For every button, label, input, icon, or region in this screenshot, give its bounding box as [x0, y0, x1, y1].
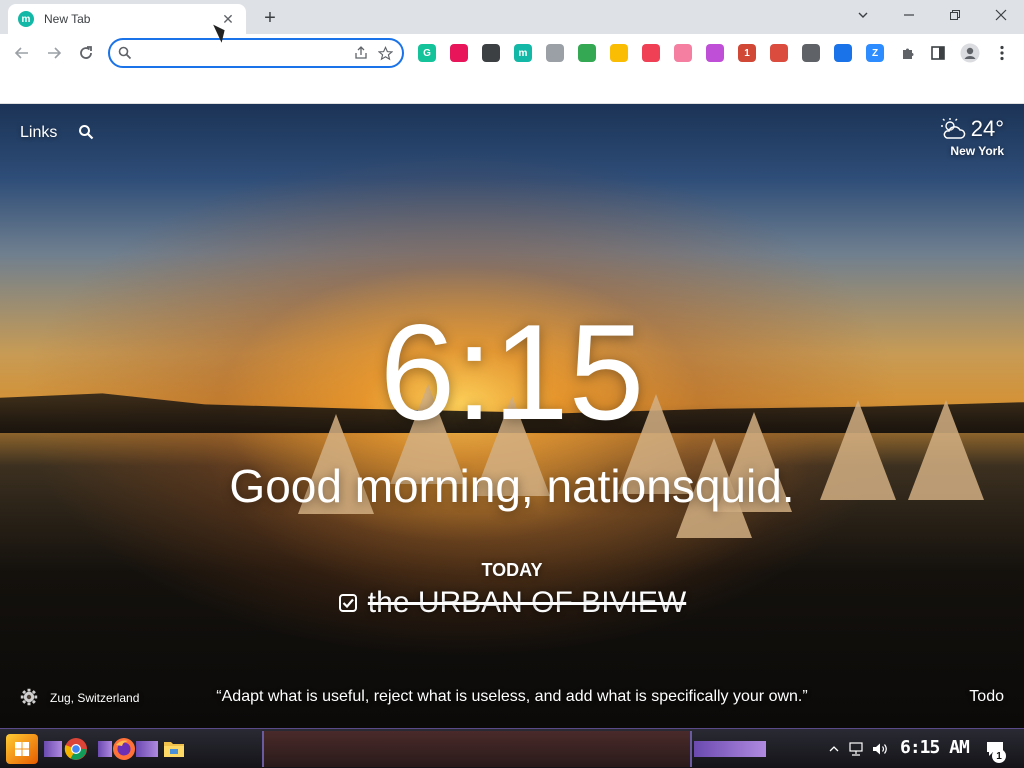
hexagon-icon[interactable] — [482, 44, 500, 62]
taskbar-accent — [136, 741, 158, 757]
close-window-button[interactable] — [978, 0, 1024, 30]
reload-icon — [80, 46, 92, 59]
focus-item: the URBAN OF BIVIEW — [0, 586, 1024, 620]
todo-button[interactable]: Todo — [969, 688, 1004, 706]
browser-toolbar: Gm 1 Z — [0, 34, 1024, 72]
tab-search-chevron-icon[interactable] — [840, 0, 886, 30]
google-drive-icon[interactable] — [610, 44, 628, 62]
clock: 6:15 — [379, 296, 645, 448]
tab-strip: m New Tab ✕ + — [0, 0, 1024, 34]
windows-logo-icon — [15, 742, 29, 756]
forward-button[interactable] — [40, 39, 68, 67]
back-button[interactable] — [8, 39, 36, 67]
bookmark-star-icon[interactable] — [376, 44, 394, 62]
menu-kebab-icon[interactable] — [988, 39, 1016, 67]
badge-icon[interactable]: 1 — [738, 44, 756, 62]
share-icon[interactable] — [352, 44, 370, 62]
extensions-puzzle-icon[interactable] — [894, 39, 922, 67]
taskbar-window-area[interactable] — [262, 731, 692, 767]
file-explorer-icon[interactable] — [160, 735, 188, 763]
network-icon[interactable] — [848, 741, 864, 757]
greeting: Good morning, nationsquid. — [229, 460, 795, 512]
forward-arrow-icon — [48, 47, 62, 59]
feather-icon[interactable] — [450, 44, 468, 62]
weather-temperature: 24° — [970, 116, 1004, 141]
stream-icon[interactable] — [674, 44, 692, 62]
search-icon — [118, 46, 132, 60]
taskbar-clock[interactable]: 6:15 AM — [900, 737, 970, 758]
taskbar-accent — [44, 741, 62, 757]
taskbar: 6:15 AM 1 — [0, 728, 1024, 768]
address-input[interactable] — [138, 45, 346, 61]
notification-count-badge: 1 — [992, 749, 1006, 763]
wave-icon[interactable] — [834, 44, 852, 62]
start-button[interactable] — [6, 734, 38, 764]
firefox-icon[interactable] — [110, 735, 138, 763]
restore-button[interactable] — [932, 0, 978, 30]
checkbox-checked-icon[interactable] — [338, 593, 358, 613]
bookmark-bar — [0, 72, 1024, 104]
evernote-icon[interactable] — [546, 44, 564, 62]
weather-widget[interactable]: 24° New York — [939, 116, 1004, 158]
weather-city: New York — [950, 144, 1004, 158]
today-label: TODAY — [481, 560, 543, 580]
zoom-icon[interactable]: Z — [866, 44, 884, 62]
reload-button[interactable] — [72, 39, 100, 67]
pocket-icon[interactable] — [642, 44, 660, 62]
todoist-icon[interactable] — [770, 44, 788, 62]
links-button[interactable]: Links — [20, 124, 57, 142]
focus-text[interactable]: the URBAN OF BIVIEW — [368, 586, 686, 620]
ublock-icon[interactable] — [802, 44, 820, 62]
side-panel-icon[interactable] — [924, 39, 952, 67]
new-tab-button[interactable]: + — [258, 6, 282, 30]
minimize-button[interactable] — [886, 0, 932, 30]
taskbar-accent — [694, 741, 766, 757]
momentum-icon[interactable]: m — [514, 44, 532, 62]
address-bar[interactable] — [108, 38, 404, 68]
brain-icon[interactable] — [706, 44, 724, 62]
volume-icon[interactable] — [872, 741, 888, 757]
grammarly-icon[interactable]: G — [418, 44, 436, 62]
chrome-icon[interactable] — [62, 735, 90, 763]
tab-title: New Tab — [44, 12, 91, 26]
quote: “Adapt what is useful, reject what is us… — [216, 688, 808, 705]
tab-new-tab[interactable]: m New Tab ✕ — [8, 4, 246, 34]
printer-icon[interactable] — [578, 44, 596, 62]
chevron-up-icon[interactable] — [826, 741, 842, 757]
back-arrow-icon — [14, 47, 28, 59]
momentum-dashboard: Links 24° New York 6:15 Good morning, na… — [0, 104, 1024, 728]
partly-cloudy-icon — [940, 118, 965, 139]
search-icon[interactable] — [78, 124, 94, 140]
momentum-favicon-icon: m — [18, 11, 34, 27]
profile-avatar[interactable] — [956, 39, 984, 67]
